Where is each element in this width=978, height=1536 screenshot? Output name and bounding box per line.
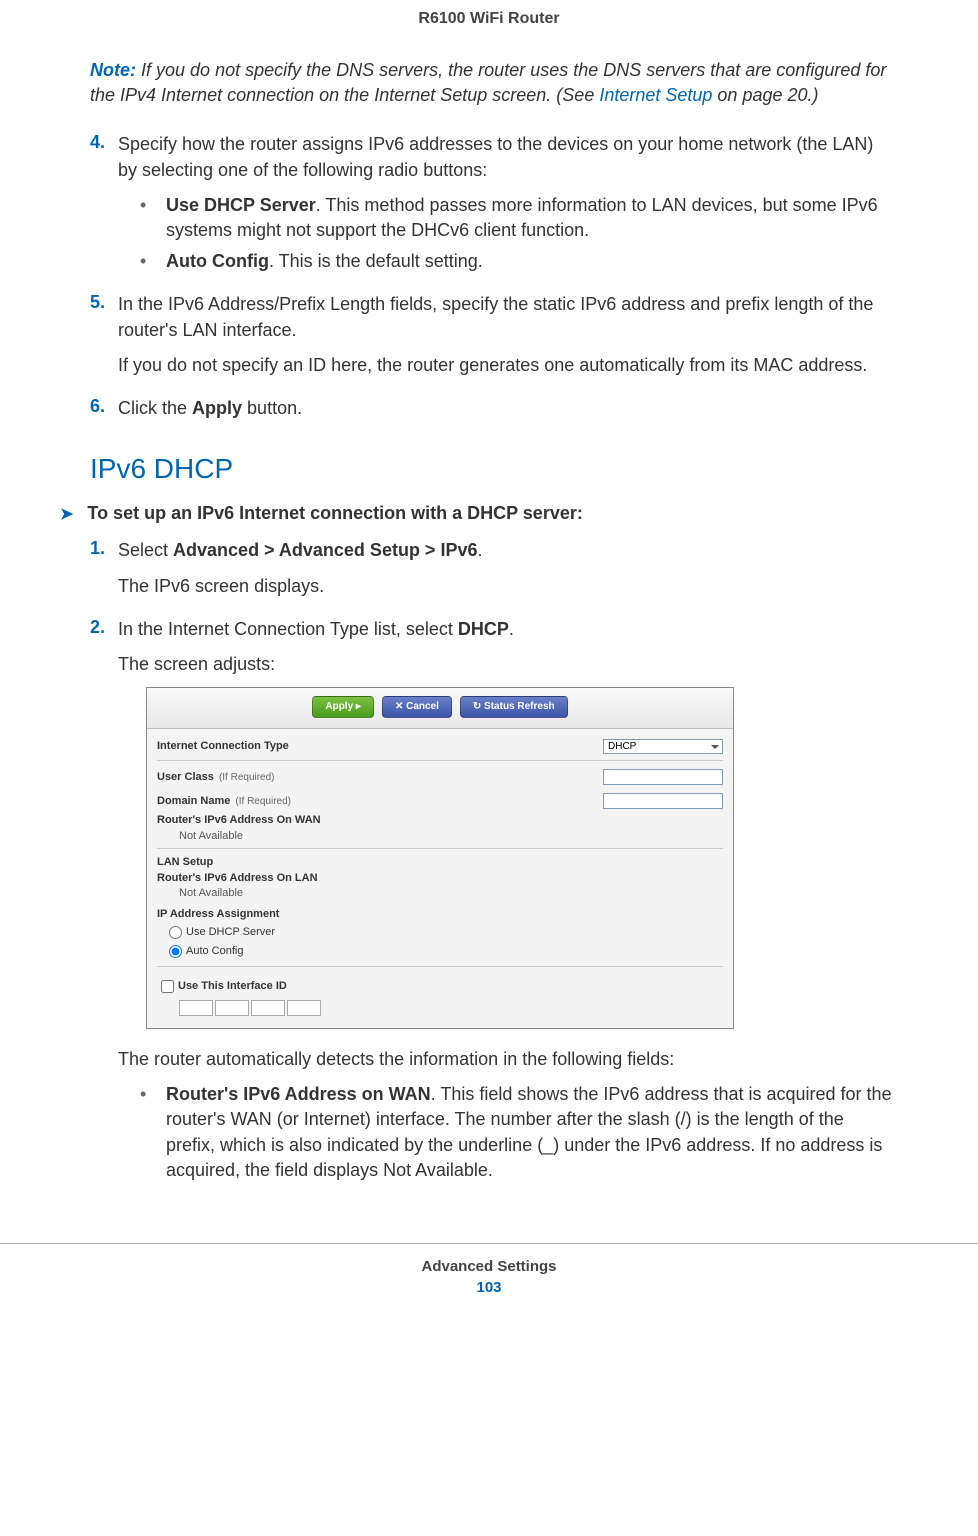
step-b1-bold: Advanced > Advanced Setup > IPv6 [173, 540, 477, 560]
interface-id-3[interactable] [251, 1000, 285, 1016]
wan-addr-label: Router's IPv6 Address On WAN [157, 813, 723, 828]
wan-addr-value: Not Available [157, 829, 723, 844]
step-4: 4. Specify how the router assigns IPv6 a… [60, 132, 893, 284]
step-b1-p1: Select Advanced > Advanced Setup > IPv6. [118, 538, 893, 563]
ip-assignment-label: IP Address Assignment [157, 907, 723, 922]
step-b2-b: . [509, 619, 514, 639]
step-b2-p2: The screen adjusts: [118, 652, 893, 677]
step-5-p1: In the IPv6 Address/Prefix Length fields… [118, 292, 893, 342]
after-panel-b1-bold: Router's IPv6 Address on WAN [166, 1084, 431, 1104]
router-config-panel: Apply ▸ ✕ Cancel ↻ Status Refresh Intern… [146, 687, 734, 1029]
use-interface-label: Use This Interface ID [178, 979, 287, 994]
step-6-number: 6. [90, 396, 118, 431]
apply-button[interactable]: Apply ▸ [312, 696, 374, 718]
lan-addr-label: Router's IPv6 Address On LAN [157, 871, 723, 886]
panel-body: Internet Connection Type User Class (If … [147, 729, 733, 1028]
use-interface-checkbox[interactable] [161, 980, 174, 993]
user-class-label: User Class [157, 771, 214, 783]
step-b1: 1. Select Advanced > Advanced Setup > IP… [60, 538, 893, 608]
step-4-number: 4. [90, 132, 118, 284]
step-b2: 2. In the Internet Connection Type list,… [60, 617, 893, 1193]
step-b2-bold: DHCP [458, 619, 509, 639]
radio-auto-config-label: Auto Config [186, 944, 243, 959]
conn-type-select[interactable] [603, 739, 723, 754]
step-5: 5. In the IPv6 Address/Prefix Length fie… [60, 292, 893, 388]
interface-id-4[interactable] [287, 1000, 321, 1016]
domain-name-input[interactable] [603, 793, 723, 809]
user-class-hint: (If Required) [219, 772, 275, 783]
internet-setup-link[interactable]: Internet Setup [599, 85, 712, 105]
step-4-b2-rest: . This is the default setting. [269, 251, 483, 271]
user-class-input[interactable] [603, 769, 723, 785]
page-number: 103 [0, 1279, 978, 1296]
step-b1-a: Select [118, 540, 173, 560]
step-6-p1: Click the Apply button. [118, 396, 893, 421]
radio-use-dhcp-label: Use DHCP Server [186, 925, 275, 940]
step-b1-number: 1. [90, 538, 118, 608]
lan-setup-label: LAN Setup [157, 855, 723, 870]
page-content: Note: If you do not specify the DNS serv… [0, 58, 978, 1193]
step-6-bold: Apply [192, 398, 242, 418]
page-footer: Advanced Settings 103 [0, 1243, 978, 1310]
user-class-row: User Class (If Required) [157, 765, 723, 789]
step-5-number: 5. [90, 292, 118, 388]
lan-addr-value: Not Available [157, 886, 723, 901]
note-block: Note: If you do not specify the DNS serv… [90, 58, 893, 108]
radio-dhcp-row: Use DHCP Server [157, 923, 723, 942]
ipv6-dhcp-heading: IPv6 DHCP [90, 453, 893, 485]
page-header: R6100 WiFi Router [0, 0, 978, 58]
footer-title: Advanced Settings [0, 1258, 978, 1275]
conn-type-select-wrap [603, 739, 723, 754]
status-refresh-button[interactable]: ↻ Status Refresh [460, 696, 568, 718]
radio-auto-config[interactable] [169, 945, 182, 958]
interface-id-fields [157, 1000, 723, 1016]
step-b1-p2: The IPv6 screen displays. [118, 574, 893, 599]
note-text-2: on page 20.) [712, 85, 818, 105]
interface-id-2[interactable] [215, 1000, 249, 1016]
step-6-a: Click the [118, 398, 192, 418]
step-4-intro: Specify how the router assigns IPv6 addr… [118, 132, 893, 182]
conn-type-row: Internet Connection Type [157, 735, 723, 761]
task-arrow-icon: ➤ [60, 504, 73, 524]
step-b2-p1: In the Internet Connection Type list, se… [118, 617, 893, 642]
note-label: Note: [90, 60, 136, 80]
radio-auto-row: Auto Config [157, 942, 723, 961]
panel-divider-2 [157, 966, 723, 967]
radio-use-dhcp[interactable] [169, 926, 182, 939]
conn-type-label: Internet Connection Type [157, 739, 289, 754]
panel-divider-1 [157, 848, 723, 849]
step-4-bullet-1: Use DHCP Server. This method passes more… [140, 193, 893, 243]
step-4-bullet-2: Auto Config. This is the default setting… [140, 249, 893, 274]
cancel-button[interactable]: ✕ Cancel [382, 696, 452, 718]
step-5-p2: If you do not specify an ID here, the ro… [118, 353, 893, 378]
panel-toolbar: Apply ▸ ✕ Cancel ↻ Status Refresh [147, 688, 733, 729]
after-panel-intro: The router automatically detects the inf… [118, 1047, 893, 1072]
step-6: 6. Click the Apply button. [60, 396, 893, 431]
step-b2-a: In the Internet Connection Type list, se… [118, 619, 458, 639]
task-heading: ➤ To set up an IPv6 Internet connection w… [60, 503, 893, 524]
step-4-b1-bold: Use DHCP Server [166, 195, 316, 215]
domain-name-label: Domain Name [157, 795, 230, 807]
step-b2-number: 2. [90, 617, 118, 1193]
task-text: To set up an IPv6 Internet connection wi… [87, 503, 582, 523]
use-interface-row: Use This Interface ID [157, 971, 723, 998]
domain-name-hint: (If Required) [235, 796, 291, 807]
step-b1-b: . [477, 540, 482, 560]
domain-name-row: Domain Name (If Required) [157, 789, 723, 813]
interface-id-1[interactable] [179, 1000, 213, 1016]
after-panel-bullet-1: Router's IPv6 Address on WAN. This field… [140, 1082, 893, 1183]
step-4-b2-bold: Auto Config [166, 251, 269, 271]
step-6-b: button. [242, 398, 302, 418]
